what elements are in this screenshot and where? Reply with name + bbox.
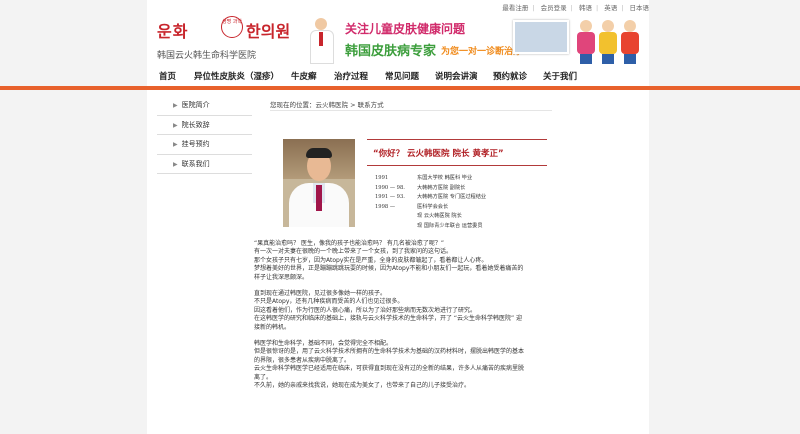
child-figure (577, 20, 595, 64)
sidebar-item-director-message[interactable]: ▶ 院长致辞 (157, 116, 252, 135)
bio-list: 1991 东国大学校 韩医科 毕业 1990 — 98. 大韩韩方医院 副院长 19… (375, 174, 486, 232)
nav-faq[interactable]: 常见问题 (385, 70, 419, 82)
message-line: 有一次一对夫妻在很晚的一个晚上带来了一个女孩，到了我家问的这句话。 (254, 248, 453, 256)
banner-tagline: 为您一对一诊断治疗 (441, 47, 523, 57)
logo-korean-right[interactable]: 한의원 (246, 18, 290, 42)
breadcrumb: 您现在的位置：云火韩医院 > 联系方式 (270, 101, 384, 109)
sidebar-item-hospital-intro[interactable]: ▶ 医院简介 (157, 96, 252, 116)
director-message: “果真能治愈吗？ 医生，像我的孩子也能治愈吗？ 有几名被治愈了呢？” 有一次一对… (254, 240, 564, 391)
top-link-japanese[interactable]: 日本语 (630, 4, 650, 12)
page: 最看注册 | 会员登录 | 韩语 | 英语 | 日本语 운화 생명 과학 한의원 韩国云… (0, 0, 800, 434)
message-line: 不久前，她的亲戚来找我说，她现在成为美女了，也带来了自己的儿子接受治疗。 (254, 382, 471, 390)
sidebar-item-label: 挂号预约 (181, 140, 210, 148)
message-line: 云火生命科学韩医学已经适用在临床，可获得直到现在没有过的全新的结果，许多人从痛苦… (254, 365, 525, 373)
banner-photo (513, 20, 569, 54)
message-line: 样子让我深思颇深。 (254, 273, 309, 281)
logo-seal: 생명 과학 (221, 16, 243, 38)
bio-entry: 1991 — 93. 大韩韩方医院 专门医过程结业 (375, 194, 487, 201)
top-link-register[interactable]: 最看注册 (502, 4, 528, 12)
nav-home[interactable]: 首页 (159, 70, 176, 82)
nav-psoriasis[interactable]: 牛皮癣 (291, 70, 317, 82)
sidebar-item-appointment[interactable]: ▶ 挂号预约 (157, 135, 252, 155)
logo-chinese-name: 韩国云火韩生命科学医院 (157, 51, 257, 61)
bio-entry: 现 国际青少年联合 运营委员 (417, 222, 483, 229)
nav-treatment-process[interactable]: 治疗过程 (334, 70, 368, 82)
sidebar-item-label: 医院简介 (181, 101, 210, 109)
bio-title: “你好？ 云火韩医院 院长 黄孝正” (373, 149, 504, 159)
bio-entry: 现 云火韩医院 院长 (417, 213, 462, 220)
nav-atopic-dermatitis[interactable]: 异位性皮肤炎（湿疹） (194, 70, 279, 82)
message-line: 但是很惊讶的是，用了云火科学技术所拥有的生命科学技术为基础的汉药材料时，摆脱出韩… (254, 348, 525, 356)
content-wrapper: 最看注册 | 会员登录 | 韩语 | 英语 | 日本语 운화 생명 과학 한의원 韩国云… (0, 0, 800, 434)
top-links: 最看注册 | 会员登录 | 韩语 | 英语 | 日本语 (502, 4, 650, 12)
arrow-right-icon: ▶ (173, 141, 178, 148)
nav-about-us[interactable]: 关于我们 (543, 70, 577, 82)
message-line: 因这看着他们，作为行医的人很心痛，所以为了治好那些病而无数次地进行了研究。 (254, 306, 477, 314)
divider (270, 110, 552, 111)
nav-underline-bar (0, 86, 800, 90)
arrow-right-icon: ▶ (173, 102, 178, 109)
message-line: 那个女孩子只有七岁，因为Atopy实在是严重，全身的皮肤都皱起了，看着都让人心疼… (254, 256, 488, 264)
main-nav: 首页 异位性皮肤炎（湿疹） 牛皮癣 治疗过程 常见问题 说明会讲演 预约就诊 关… (147, 66, 649, 86)
sidebar-item-label: 联系我们 (181, 159, 210, 168)
top-link-korean[interactable]: 韩语 (579, 4, 592, 12)
message-line: 不只是Atopy，还有几种疾病而受苦的人们也见过很多。 (254, 298, 404, 306)
top-link-english[interactable]: 英语 (604, 4, 617, 12)
header-banner[interactable]: 关注儿童皮肤健康问题 韩国皮肤病专家 为您一对一诊断治疗 (295, 14, 649, 66)
child-figure (599, 20, 617, 64)
arrow-right-icon: ▶ (173, 121, 178, 129)
nav-appointment[interactable]: 预约就诊 (493, 70, 527, 82)
message-line: 接新的韩机。 (254, 323, 291, 331)
message-line: 在这韩医学的研究和临床的基础上，接轨与云火科学技术的生命科学，开了 “云火生命科… (254, 315, 523, 323)
message-line: 梦想着美好的世界，正是蹦蹦跳跳玩耍的时候，因为Atopy不能和小朋友们一起玩，看… (254, 265, 524, 273)
sidebar-item-contact[interactable]: ▶ 联系我们 (157, 155, 252, 174)
banner-subheadline: 韩国皮肤病专家 (345, 44, 437, 59)
sidebar: ▶ 医院简介 ▶ 院长致辞 ▶ 挂号预约 ▶ 联系我们 (157, 96, 252, 174)
arrow-right-icon: ▶ (173, 160, 178, 168)
top-link-login[interactable]: 会员登录 (541, 4, 567, 12)
logo-korean-left[interactable]: 운화 (157, 18, 188, 42)
doctor-figure (310, 18, 334, 64)
nav-seminars[interactable]: 说明会讲演 (435, 70, 478, 82)
bio-divider-top (367, 139, 547, 140)
banner-headline: 关注儿童皮肤健康问题 (345, 22, 466, 36)
message-line: 离了。 (254, 373, 273, 381)
bio-divider-bottom (367, 165, 547, 166)
bio-entry: 1990 — 98. 大韩韩方医院 副院长 (375, 184, 466, 191)
sidebar-item-label: 院长致辞 (181, 120, 210, 129)
child-figure (621, 20, 639, 64)
director-photo (283, 139, 355, 227)
bio-entry: 1991 东国大学校 韩医科 毕业 (375, 175, 473, 181)
bio-entry: 1998 — 医科学会会长 (375, 203, 449, 210)
